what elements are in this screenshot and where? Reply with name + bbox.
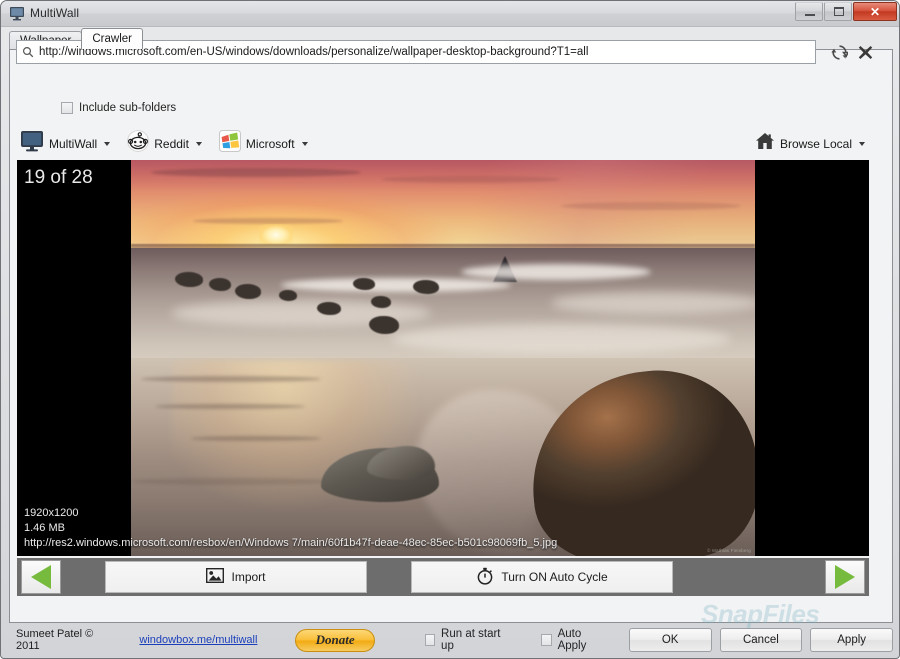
photo-sand-line [131,478,331,485]
maximize-button[interactable] [824,2,852,21]
auto-cycle-button[interactable]: Turn ON Auto Cycle [411,561,673,593]
arrow-right-icon [835,565,855,589]
photo-foam [551,292,755,314]
import-label: Import [231,570,266,584]
photo-cloud [381,176,561,183]
photo-sun [259,224,293,246]
refresh-button[interactable] [828,41,850,63]
maximize-icon [834,7,844,16]
source-toolbar: MultiWall Reddit Microsoft Browse Local [17,127,869,160]
stopwatch-icon [476,567,494,588]
next-image-button[interactable] [825,560,865,594]
donate-button[interactable]: Donate [295,628,375,652]
website-link[interactable]: windowbox.me/multiwall [139,634,257,646]
tab-crawler[interactable]: Crawler [81,28,143,49]
source-label-multiwall: MultiWall [49,136,98,151]
cancel-button[interactable]: Cancel [719,628,803,652]
image-import-icon [206,567,225,586]
include-subfolders-checkbox[interactable] [61,102,73,114]
wallpaper-photo: © Mathias Fleisberg [131,160,755,556]
photo-rock [235,284,261,299]
source-button-microsoft[interactable]: Microsoft [216,127,315,160]
preview-navigation-bar: Import Turn ON Auto Cycle [17,558,869,596]
minimize-icon [805,14,815,16]
photo-sand-line [141,376,321,382]
photo-rock [369,316,399,334]
ok-button[interactable]: OK [628,628,712,652]
monitor-icon [9,6,25,21]
photo-rock [209,278,231,291]
image-counter: 19 of 28 [24,167,93,188]
photo-rock [279,290,297,301]
stop-icon [858,45,872,59]
chevron-down-icon[interactable] [859,141,865,146]
title-bar: MultiWall ✕ [1,1,899,27]
photo-sand-line [155,404,305,409]
previous-image-button[interactable] [21,560,61,594]
photo-foam [281,278,511,292]
auto-apply-row[interactable]: Auto Apply [541,628,602,652]
multiwall-window: MultiWall ✕ Wallpaper Crawler [0,0,900,659]
minimize-button[interactable] [795,2,823,21]
run-at-startup-row[interactable]: Run at start up [424,628,504,652]
image-source-url: http://res2.windows.microsoft.com/resbox… [24,537,558,549]
auto-cycle-label: Turn ON Auto Cycle [501,570,608,584]
windows-flag-icon [218,130,241,157]
home-icon [755,132,775,155]
stop-button[interactable] [854,41,876,63]
close-icon: ✕ [869,4,881,19]
monitor-icon [20,130,44,157]
run-at-startup-label: Run at start up [441,628,501,652]
photo-rock [371,296,391,308]
photo-rock [353,278,375,290]
source-button-multiwall[interactable]: MultiWall [17,127,117,160]
photo-foam [391,324,731,354]
auto-apply-checkbox[interactable] [541,634,552,646]
photo-rock [175,272,203,287]
chevron-down-icon[interactable] [301,141,308,146]
include-subfolders-label: Include sub-folders [79,102,177,114]
photo-cloud [561,202,741,210]
import-button[interactable]: Import [105,561,367,593]
arrow-left-icon [31,565,51,589]
photo-cloud [151,168,361,177]
browse-local-button[interactable]: Browse Local [755,132,869,155]
image-preview[interactable]: © Mathias Fleisberg 19 of 28 1920x1200 1… [17,160,869,556]
apply-button[interactable]: Apply [810,628,894,652]
source-label-microsoft: Microsoft [245,136,295,151]
browse-local-label: Browse Local [779,136,852,151]
photo-foam [461,264,651,280]
run-at-startup-checkbox[interactable] [424,634,436,646]
window-controls: ✕ [795,2,897,21]
source-label-reddit: Reddit [154,136,189,151]
search-icon [17,46,39,58]
reddit-alien-icon [127,130,150,157]
window-title: MultiWall [30,6,80,20]
source-button-reddit[interactable]: Reddit [124,127,209,160]
refresh-icon [830,44,848,60]
include-subfolders-row[interactable]: Include sub-folders [61,102,176,114]
photo-rock [413,280,439,294]
image-resolution: 1920x1200 [24,507,79,519]
photo-rock [317,302,341,315]
photo-credit: © Mathias Fleisberg [707,548,751,553]
image-info: 1920x1200 1.46 MB http://res2.windows.mi… [24,506,557,551]
auto-apply-label: Auto Apply [557,628,587,652]
image-filesize: 1.46 MB [24,522,65,534]
chevron-down-icon[interactable] [104,141,111,146]
footer-bar: Sumeet Patel © 2011 windowbox.me/multiwa… [9,625,894,655]
url-row: http://windows.microsoft.com/en-US/windo… [16,40,872,64]
copyright-text: Sumeet Patel © 2011 [16,628,94,652]
close-button[interactable]: ✕ [853,2,897,21]
chevron-down-icon[interactable] [195,141,202,146]
photo-sand-line [191,436,321,441]
